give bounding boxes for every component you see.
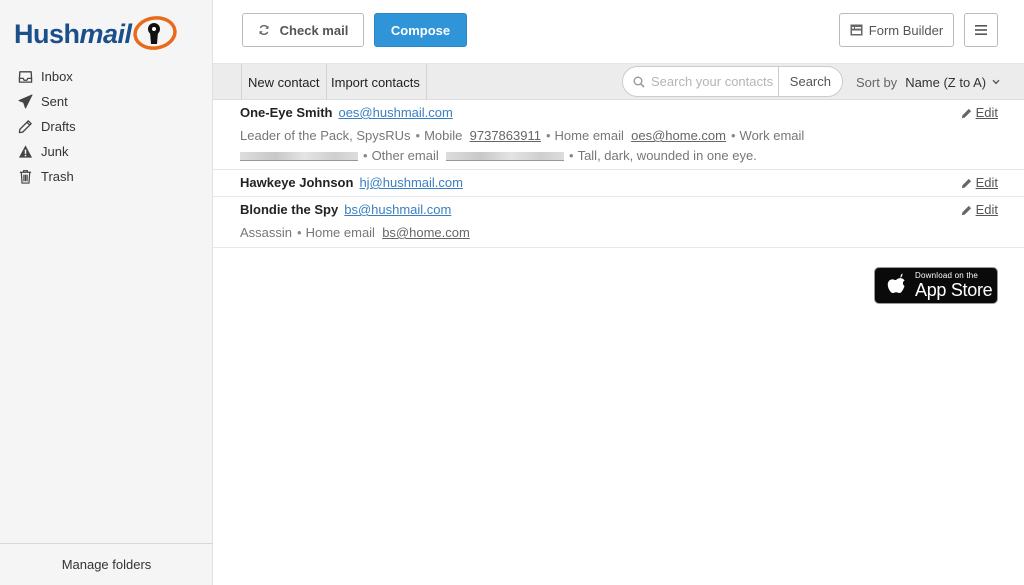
inbox-icon <box>18 71 33 83</box>
paper-plane-icon <box>18 94 33 109</box>
hamburger-menu-button[interactable] <box>964 13 998 47</box>
folder-inbox[interactable]: Inbox <box>18 64 76 89</box>
folder-trash[interactable]: Trash <box>18 164 76 189</box>
pencil-icon <box>18 120 32 134</box>
contact-name: One-Eye Smith <box>240 105 333 120</box>
app-store-big-text: App Store <box>915 280 993 300</box>
chevron-down-icon <box>992 79 1000 85</box>
mobile-label: Mobile <box>424 128 463 143</box>
contact-email-link[interactable]: oes@hushmail.com <box>338 106 452 120</box>
contact-title: Leader of the Pack, SpysRUs <box>240 128 411 143</box>
refresh-icon <box>259 25 269 35</box>
home-email-link[interactable]: bs@home.com <box>382 225 470 240</box>
sidebar: Hushmail Inbox Sent Drafts Junk Trash Ma… <box>0 0 213 585</box>
app-store-badge[interactable]: Download on the App Store <box>874 267 998 304</box>
pencil-icon <box>961 108 971 118</box>
search-input[interactable] <box>651 67 778 96</box>
apple-logo-icon <box>887 273 905 293</box>
logo-text-hush: Hush <box>14 18 80 49</box>
mobile-number-link[interactable]: 9737863911 <box>470 128 541 143</box>
edit-contact-button[interactable]: Edit <box>961 176 998 190</box>
folder-sent[interactable]: Sent <box>18 89 76 114</box>
folder-label: Trash <box>41 169 74 184</box>
check-mail-label: Check mail <box>279 22 349 38</box>
hamburger-icon <box>975 25 987 35</box>
edit-label: Edit <box>975 175 998 190</box>
contact-name: Hawkeye Johnson <box>240 175 354 190</box>
home-email-label: Home email <box>554 128 624 143</box>
contact-search: Search <box>622 66 843 97</box>
search-icon <box>633 76 645 88</box>
home-email-link[interactable]: oes@home.com <box>631 128 726 143</box>
contact-details: Leader of the Pack, SpysRUs • Mobile 97378… <box>240 128 805 163</box>
search-button[interactable]: Search <box>777 67 842 96</box>
contact-row: Hawkeye Johnson hj@hushmail.com Edit <box>213 170 1024 197</box>
edit-contact-button[interactable]: Edit <box>961 203 998 217</box>
home-email-label: Home email <box>305 225 375 240</box>
contact-details: Assassin • Home email bs@home.com <box>240 225 470 240</box>
other-email-label: Other email <box>371 148 439 163</box>
folder-label: Drafts <box>41 119 76 134</box>
sort-control: Sort by Name (Z to A) <box>856 64 1000 100</box>
form-builder-icon <box>850 24 863 36</box>
pencil-icon <box>961 205 971 215</box>
contacts-toolbar: New contact Import contacts Search Sort … <box>213 64 1024 100</box>
contact-list: One-Eye Smith oes@hushmail.com Leader of… <box>213 100 1024 248</box>
edit-label: Edit <box>975 202 998 217</box>
pencil-icon <box>961 178 971 188</box>
folder-label: Inbox <box>41 69 73 84</box>
redacted-other-email <box>446 152 564 162</box>
contact-email-link[interactable]: hj@hushmail.com <box>359 176 463 190</box>
folder-drafts[interactable]: Drafts <box>18 114 76 139</box>
trash-icon <box>19 170 32 184</box>
contact-note: Tall, dark, wounded in one eye. <box>577 148 757 163</box>
redacted-work-email <box>240 152 358 162</box>
contact-name: Blondie the Spy <box>240 202 339 217</box>
folder-label: Sent <box>41 94 68 109</box>
work-email-label: Work email <box>739 128 805 143</box>
compose-button[interactable]: Compose <box>374 13 467 47</box>
sort-label: Sort by <box>856 74 898 90</box>
keyhole-logo-icon <box>132 16 177 50</box>
contact-row: One-Eye Smith oes@hushmail.com Leader of… <box>213 100 1024 170</box>
edit-contact-button[interactable]: Edit <box>961 106 998 120</box>
new-contact-button[interactable]: New contact <box>241 64 327 100</box>
sort-dropdown[interactable]: Name (Z to A) <box>905 75 1000 90</box>
warning-icon <box>18 145 33 158</box>
hushmail-logo[interactable]: Hushmail <box>14 14 177 54</box>
form-builder-button[interactable]: Form Builder <box>839 13 954 47</box>
sort-value: Name (Z to A) <box>905 74 987 90</box>
folder-label: Junk <box>41 144 69 159</box>
top-bar: Check mail Compose Form Builder <box>213 0 1024 64</box>
check-mail-button[interactable]: Check mail <box>242 13 364 47</box>
contact-title: Assassin <box>240 225 293 240</box>
edit-label: Edit <box>975 105 998 120</box>
logo-text-mail: mail <box>79 18 133 49</box>
folder-junk[interactable]: Junk <box>18 139 76 164</box>
contact-row: Blondie the Spy bs@hushmail.com Assassin… <box>213 197 1024 248</box>
app-store-small-text: Download on the <box>915 271 979 280</box>
manage-folders-button[interactable]: Manage folders <box>0 543 213 585</box>
form-builder-label: Form Builder <box>868 22 944 38</box>
import-contacts-button[interactable]: Import contacts <box>325 64 427 100</box>
contact-email-link[interactable]: bs@hushmail.com <box>344 203 451 217</box>
folder-list: Inbox Sent Drafts Junk Trash <box>18 64 76 189</box>
